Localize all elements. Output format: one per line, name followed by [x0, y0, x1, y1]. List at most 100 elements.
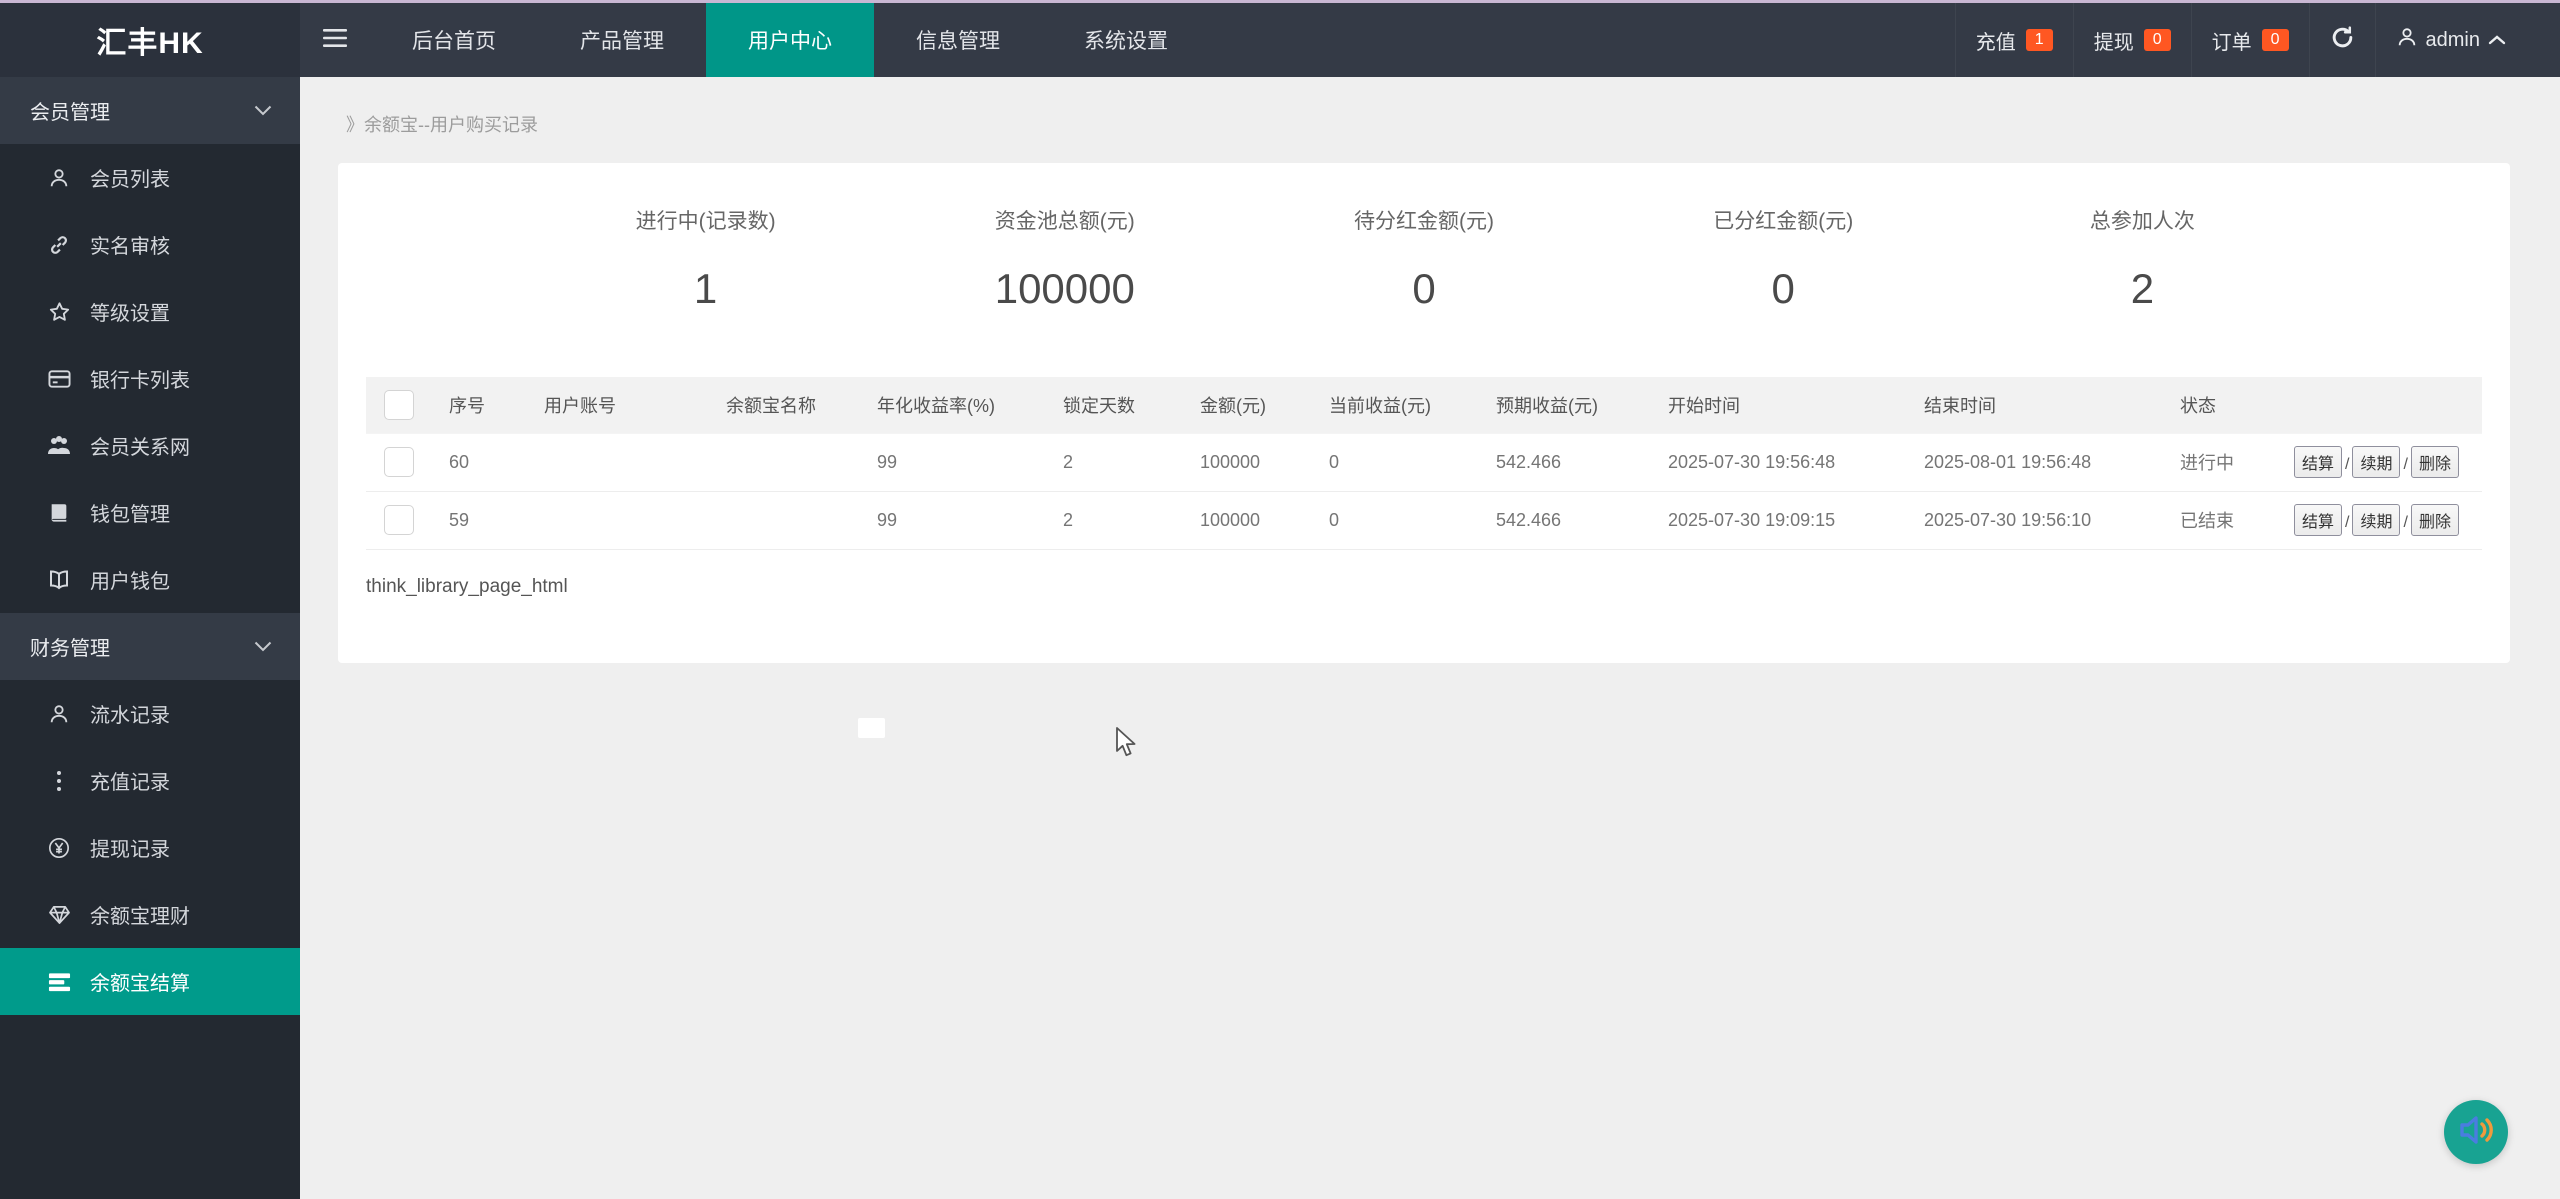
nav-tab-product-mgmt[interactable]: 产品管理	[538, 3, 706, 77]
settle-button[interactable]: 结算	[2294, 504, 2343, 536]
delete-button[interactable]: 删除	[2410, 504, 2459, 536]
recharge-shortcut[interactable]: 充值 1	[1954, 3, 2073, 77]
nav-tab-info-mgmt[interactable]: 信息管理	[874, 3, 1042, 77]
item-label: 钱包管理	[90, 504, 170, 526]
sidebar-item-user-wallet[interactable]: 用户钱包	[0, 546, 300, 613]
sidebar-item-member-list[interactable]: 会员列表	[0, 144, 300, 211]
withdraw-label: 提现	[2093, 31, 2134, 54]
section-label: 财务管理	[30, 638, 110, 660]
renew-button[interactable]: 续期	[2352, 504, 2401, 536]
item-label: 银行卡列表	[90, 370, 190, 392]
stray-white-chip	[858, 718, 885, 738]
sidebar-item-wallet-mgmt[interactable]: 钱包管理	[0, 479, 300, 546]
top-header: 汇丰HK 后台首页 产品管理 用户中心 信息管理 系统设置 充值 1 提现 0 …	[0, 3, 2560, 77]
speaker-icon	[2458, 1113, 2494, 1152]
stat-value: 1	[693, 265, 718, 312]
main-nav: 后台首页 产品管理 用户中心 信息管理 系统设置	[370, 3, 1210, 77]
delete-button[interactable]: 删除	[2410, 446, 2459, 478]
users-icon	[44, 435, 74, 456]
cell-status: 进行中	[2176, 432, 2290, 492]
stat-paid-dividend: 已分红金额(元) 0	[1604, 205, 1963, 313]
stat-value: 2	[2130, 265, 2155, 312]
refresh-icon	[2330, 25, 2355, 56]
stat-fund-pool-total: 资金池总额(元) 100000	[885, 205, 1244, 313]
select-all-checkbox[interactable]	[384, 389, 414, 420]
stat-ongoing-records: 进行中(记录数) 1	[526, 205, 885, 313]
main-content: 》余额宝--用户购买记录 进行中(记录数) 1 资金池总额(元) 100000 …	[300, 77, 2560, 1199]
col-current-profit: 当前收益(元)	[1325, 377, 1492, 433]
stat-pending-dividend: 待分红金额(元) 0	[1244, 205, 1603, 313]
cell-lock-days: 2	[1059, 491, 1196, 550]
nav-tab-system-settings[interactable]: 系统设置	[1042, 3, 1210, 77]
cell-seq: 60	[445, 432, 540, 492]
sidebar-section-finance-mgmt[interactable]: 财务管理	[0, 613, 300, 680]
cell-expected-profit: 542.466	[1492, 491, 1664, 550]
sidebar-item-member-network[interactable]: 会员关系网	[0, 412, 300, 479]
col-yuebao-name: 余额宝名称	[722, 377, 873, 433]
sidebar-toggle-button[interactable]	[300, 3, 370, 77]
admin-user-icon	[2396, 26, 2418, 54]
admin-username: admin	[2425, 28, 2480, 51]
user-icon	[44, 167, 74, 189]
cell-expected-profit: 542.466	[1492, 432, 1664, 492]
audio-fab-button[interactable]	[2444, 1100, 2508, 1164]
item-label: 余额宝理财	[90, 906, 190, 928]
cell-end-time: 2025-08-01 19:56:48	[1920, 432, 2176, 492]
item-label: 会员列表	[90, 169, 170, 191]
cell-seq: 59	[445, 491, 540, 550]
item-label: 流水记录	[90, 705, 170, 727]
cell-status: 已结束	[2176, 491, 2290, 550]
orders-count-badge: 0	[2261, 29, 2289, 51]
settle-button[interactable]: 结算	[2294, 446, 2343, 478]
cell-actions: 结算 / 续期 / 删除	[2290, 432, 2482, 492]
nav-tab-user-center[interactable]: 用户中心	[706, 3, 874, 77]
gem-icon	[44, 905, 74, 925]
cell-yuebao-name	[722, 491, 873, 550]
cell-account	[540, 491, 722, 550]
cell-amount: 100000	[1196, 432, 1325, 492]
col-lock-days: 锁定天数	[1059, 377, 1196, 433]
orders-shortcut[interactable]: 订单 0	[2190, 3, 2309, 77]
cell-current-profit: 0	[1325, 432, 1492, 492]
col-actions	[2290, 377, 2482, 433]
refresh-button[interactable]	[2308, 3, 2375, 77]
sidebar-section-member-mgmt[interactable]: 会员管理	[0, 77, 300, 144]
star-icon	[44, 301, 74, 323]
sidebar-item-transaction-records[interactable]: 流水记录	[0, 680, 300, 747]
cell-lock-days: 2	[1059, 432, 1196, 492]
cell-annual-rate: 99	[873, 491, 1059, 550]
nav-tab-backend-home[interactable]: 后台首页	[370, 3, 538, 77]
stat-total-participants: 总参加人次 2	[1963, 205, 2322, 313]
col-amount: 金额(元)	[1196, 377, 1325, 433]
row-checkbox[interactable]	[384, 447, 414, 477]
renew-button[interactable]: 续期	[2352, 446, 2401, 478]
withdraw-shortcut[interactable]: 提现 0	[2072, 3, 2191, 77]
sidebar: 会员管理 会员列表 实名审核 等级设置 银行卡列表 会员关系网 钱包管理 用户钱…	[0, 77, 300, 1199]
stat-label: 进行中(记录数)	[635, 210, 776, 233]
stat-label: 已分红金额(元)	[1713, 210, 1854, 233]
sidebar-item-yuebao-settlement[interactable]: 余额宝结算	[0, 948, 300, 1015]
sidebar-item-bankcard-list[interactable]: 银行卡列表	[0, 345, 300, 412]
chevron-up-icon	[2488, 29, 2506, 52]
sidebar-item-withdraw-records[interactable]: 提现记录	[0, 814, 300, 881]
book-icon	[44, 502, 74, 523]
sidebar-item-level-settings[interactable]: 等级设置	[0, 278, 300, 345]
open-book-icon	[44, 569, 74, 590]
col-annual-rate: 年化收益率(%)	[873, 377, 1059, 433]
recharge-label: 充值	[1975, 31, 2016, 54]
header-right: 充值 1 提现 0 订单 0 admin	[1954, 3, 2560, 77]
col-status: 状态	[2176, 377, 2290, 433]
row-checkbox[interactable]	[384, 505, 414, 535]
cell-actions: 结算 / 续期 / 删除	[2290, 491, 2482, 550]
admin-menu[interactable]: admin	[2374, 3, 2526, 77]
app-logo: 汇丰HK	[0, 3, 300, 77]
item-label: 余额宝结算	[90, 973, 190, 995]
sidebar-item-realname-review[interactable]: 实名审核	[0, 211, 300, 278]
ellipsis-vertical-icon	[44, 770, 74, 792]
sidebar-item-yuebao-finance[interactable]: 余额宝理财	[0, 881, 300, 948]
content-card: 进行中(记录数) 1 资金池总额(元) 100000 待分红金额(元) 0 已分…	[338, 163, 2510, 663]
col-account: 用户账号	[540, 377, 722, 433]
link-icon	[44, 234, 74, 256]
cell-annual-rate: 99	[873, 432, 1059, 492]
sidebar-item-recharge-records[interactable]: 充值记录	[0, 747, 300, 814]
